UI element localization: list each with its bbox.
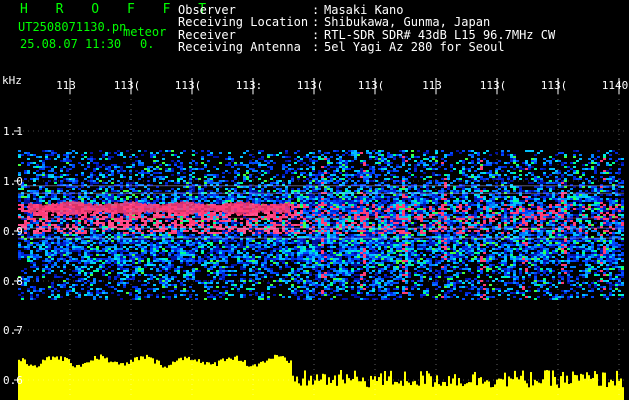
- time-tick-label: 113(: [297, 79, 324, 92]
- freq-tick-label: 0.6: [3, 374, 23, 387]
- time-tick-label: 113(: [175, 79, 202, 92]
- spectrogram-canvas: 113 113( 113( 113: 113( 113( 113 113( 113( 1140 kH…: [2, 74, 629, 400]
- spectrogram: 113 113( 113( 113: 113( 113( 113 113( 113( 1140 kH…: [0, 0, 629, 400]
- freq-tick-label: 0.7: [3, 324, 23, 337]
- freq-tick-label: 1.0: [3, 175, 23, 188]
- time-tick-label: 1140: [602, 79, 629, 92]
- time-tick-label: 113(: [114, 79, 141, 92]
- time-tick-label: 113: [422, 79, 442, 92]
- freq-tick-label: 1.1: [3, 125, 23, 138]
- freq-tick-label: 0.9: [3, 225, 23, 238]
- echo-power-strip: [18, 354, 624, 400]
- time-tick-label: 113(: [358, 79, 385, 92]
- spectrogram-texture: [18, 150, 624, 300]
- y-axis-unit: kHz: [2, 74, 22, 87]
- time-tick-label: 113(: [541, 79, 568, 92]
- freq-tick-label: 0.8: [3, 275, 23, 288]
- time-tick-label: 113: [56, 79, 76, 92]
- time-tick-label: 113(: [480, 79, 507, 92]
- time-tick-label: 113:: [236, 79, 263, 92]
